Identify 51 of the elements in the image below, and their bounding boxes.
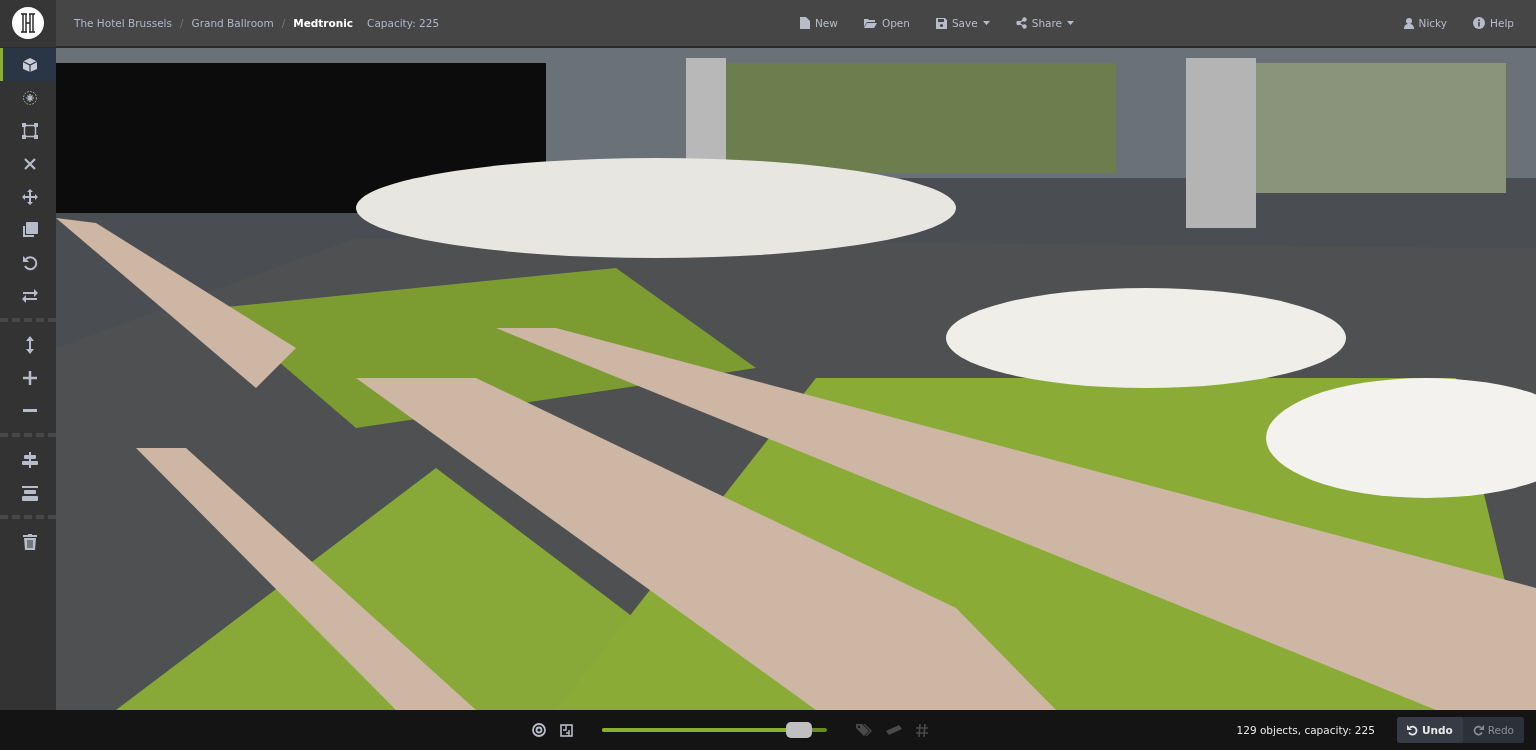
menu-button[interactable]: Save <box>929 13 996 33</box>
menu-button[interactable]: Open <box>857 13 916 33</box>
logo-icon <box>11 6 45 40</box>
capacity-label: Capacity: 225 <box>367 17 440 29</box>
slider-thumb[interactable] <box>785 722 812 738</box>
toggle-button[interactable] <box>854 721 874 739</box>
breadcrumb-link[interactable]: Medtronic <box>293 17 354 29</box>
tag-icon <box>856 723 872 737</box>
caret-icon <box>982 21 990 25</box>
tool-button[interactable] <box>0 48 56 81</box>
cube-icon <box>21 56 38 73</box>
info-icon <box>1473 17 1486 29</box>
distribute-icon <box>21 484 38 501</box>
breadcrumb-separator: / <box>281 17 286 29</box>
rotate-icon <box>21 254 38 271</box>
trash-icon <box>22 533 37 550</box>
plus-icon <box>22 370 37 385</box>
toggle-button[interactable] <box>884 723 904 737</box>
sparkle-icon <box>21 89 38 106</box>
undo-icon <box>1406 724 1418 736</box>
toggle-button[interactable] <box>914 721 930 739</box>
redo-icon <box>1472 724 1484 736</box>
file-icon <box>800 17 810 29</box>
move-icon <box>21 188 38 205</box>
copy-icon <box>21 221 38 238</box>
menu-button[interactable]: Share <box>1009 13 1081 33</box>
breadcrumb-separator: / <box>180 17 184 29</box>
menu-button[interactable]: Nicky <box>1397 13 1454 33</box>
swap-icon <box>21 288 38 303</box>
minus-icon <box>22 409 37 412</box>
ruler-icon <box>886 725 902 735</box>
floorplan-icon <box>560 723 573 737</box>
close-icon <box>23 157 36 170</box>
toggle-button[interactable] <box>558 721 575 739</box>
history-button[interactable]: Undo <box>1396 717 1463 743</box>
toggle-button[interactable] <box>530 721 548 739</box>
hash-icon <box>916 723 928 737</box>
folder-icon <box>863 18 877 28</box>
save-icon <box>935 17 947 29</box>
caret-icon <box>1067 21 1075 25</box>
menu-button[interactable]: Help <box>1467 13 1520 33</box>
target-icon <box>532 723 546 737</box>
share-icon <box>1015 17 1027 29</box>
breadcrumb-link[interactable]: The Hotel Brussels <box>74 17 172 29</box>
vertical-arrows-icon <box>24 335 35 354</box>
selection-icon <box>21 122 38 139</box>
status-text: 129 objects, capacity: 225 <box>1236 724 1375 736</box>
align-center-icon <box>21 451 38 468</box>
breadcrumb-link[interactable]: Grand Ballroom <box>191 17 274 29</box>
user-icon <box>1403 17 1414 29</box>
menu-button[interactable]: New <box>794 13 844 33</box>
